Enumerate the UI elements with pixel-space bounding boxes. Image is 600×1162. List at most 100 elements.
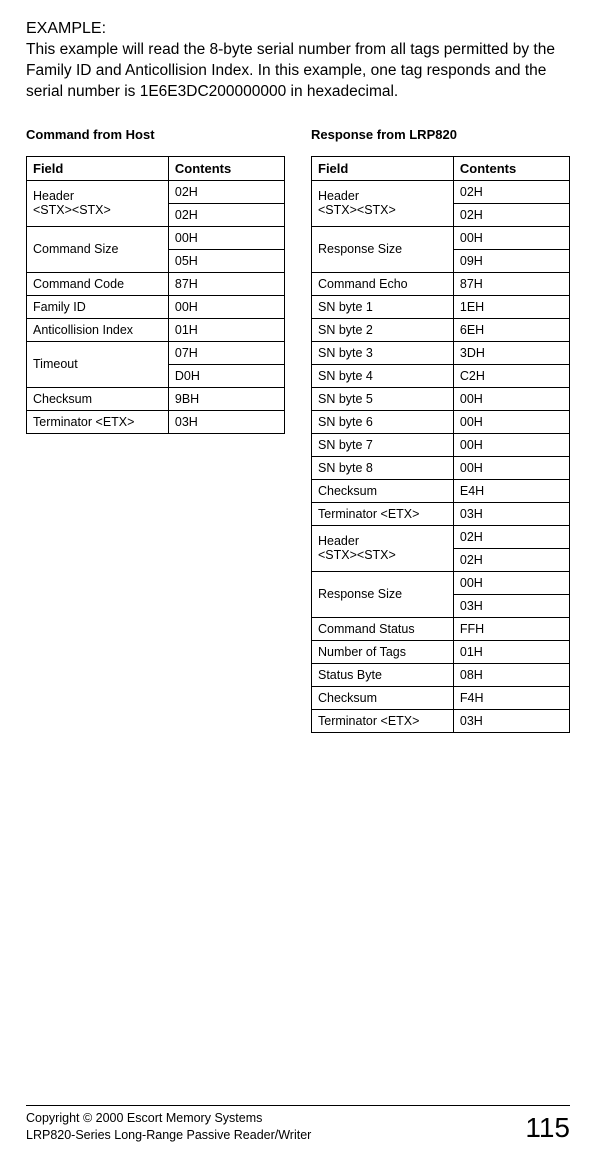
contents-cell: 00H xyxy=(453,456,569,479)
right-table-heading: Response from LRP820 xyxy=(311,127,570,142)
contents-cell: 87H xyxy=(453,272,569,295)
table-row: SN byte 500H xyxy=(312,387,570,410)
footer-text: Copyright © 2000 Escort Memory Systems L… xyxy=(26,1110,311,1144)
field-cell: Anticollision Index xyxy=(27,318,169,341)
table-row: Command Echo87H xyxy=(312,272,570,295)
field-cell: Family ID xyxy=(27,295,169,318)
contents-cell: D0H xyxy=(168,364,284,387)
contents-cell: 02H xyxy=(168,203,284,226)
left-table-column: Command from Host FieldContentsHeader<ST… xyxy=(26,127,285,733)
field-cell: Checksum xyxy=(312,479,454,502)
table-row: SN byte 800H xyxy=(312,456,570,479)
example-text: This example will read the 8-byte serial… xyxy=(26,40,570,103)
contents-cell: 00H xyxy=(453,226,569,249)
contents-cell: 01H xyxy=(453,640,569,663)
table-row: Header<STX><STX>02H xyxy=(312,525,570,548)
contents-cell: E4H xyxy=(453,479,569,502)
table-row: Timeout07H xyxy=(27,341,285,364)
field-cell: Header<STX><STX> xyxy=(27,180,169,226)
field-cell: Header<STX><STX> xyxy=(312,180,454,226)
tables-container: Command from Host FieldContentsHeader<ST… xyxy=(26,127,570,733)
field-cell: Command Status xyxy=(312,617,454,640)
contents-cell: 00H xyxy=(453,387,569,410)
contents-cell: 03H xyxy=(168,410,284,433)
field-cell: SN byte 1 xyxy=(312,295,454,318)
contents-cell: 03H xyxy=(453,709,569,732)
contents-cell: 03H xyxy=(453,502,569,525)
field-cell: Terminator <ETX> xyxy=(312,502,454,525)
page-number: 115 xyxy=(525,1112,570,1144)
contents-cell: 00H xyxy=(453,410,569,433)
table-row: SN byte 600H xyxy=(312,410,570,433)
field-cell: SN byte 6 xyxy=(312,410,454,433)
field-cell: Command Code xyxy=(27,272,169,295)
table-row: Response Size00H xyxy=(312,571,570,594)
right-table-column: Response from LRP820 FieldContentsHeader… xyxy=(311,127,570,733)
footer-product: LRP820-Series Long-Range Passive Reader/… xyxy=(26,1128,311,1142)
table-row: Status Byte08H xyxy=(312,663,570,686)
table-row: Command Size00H xyxy=(27,226,285,249)
contents-cell: 01H xyxy=(168,318,284,341)
contents-cell: 03H xyxy=(453,594,569,617)
table-row: SN byte 11EH xyxy=(312,295,570,318)
field-cell: Response Size xyxy=(312,226,454,272)
contents-cell: 09H xyxy=(453,249,569,272)
table-row: SN byte 26EH xyxy=(312,318,570,341)
table-header-field: Field xyxy=(27,156,169,180)
contents-cell: 3DH xyxy=(453,341,569,364)
table-row: Command StatusFFH xyxy=(312,617,570,640)
left-table-heading: Command from Host xyxy=(26,127,285,142)
field-cell: Terminator <ETX> xyxy=(312,709,454,732)
field-cell: Timeout xyxy=(27,341,169,387)
table-row: Terminator <ETX>03H xyxy=(312,502,570,525)
contents-cell: 00H xyxy=(453,433,569,456)
contents-cell: 00H xyxy=(453,571,569,594)
contents-cell: 02H xyxy=(168,180,284,203)
contents-cell: 87H xyxy=(168,272,284,295)
table-row: SN byte 33DH xyxy=(312,341,570,364)
field-cell: SN byte 3 xyxy=(312,341,454,364)
contents-cell: 02H xyxy=(453,203,569,226)
table-row: Family ID00H xyxy=(27,295,285,318)
table-row: Command Code87H xyxy=(27,272,285,295)
table-row: Terminator <ETX>03H xyxy=(27,410,285,433)
field-cell: SN byte 8 xyxy=(312,456,454,479)
contents-cell: 1EH xyxy=(453,295,569,318)
command-table: FieldContentsHeader<STX><STX>02H02HComma… xyxy=(26,156,285,434)
contents-cell: F4H xyxy=(453,686,569,709)
response-table: FieldContentsHeader<STX><STX>02H02HRespo… xyxy=(311,156,570,733)
table-row: Checksum9BH xyxy=(27,387,285,410)
contents-cell: 02H xyxy=(453,180,569,203)
contents-cell: C2H xyxy=(453,364,569,387)
contents-cell: 9BH xyxy=(168,387,284,410)
field-cell: Terminator <ETX> xyxy=(27,410,169,433)
table-row: Terminator <ETX>03H xyxy=(312,709,570,732)
contents-cell: 07H xyxy=(168,341,284,364)
table-row: Anticollision Index01H xyxy=(27,318,285,341)
field-cell: SN byte 5 xyxy=(312,387,454,410)
field-cell: Command Size xyxy=(27,226,169,272)
table-row: ChecksumE4H xyxy=(312,479,570,502)
table-row: Response Size00H xyxy=(312,226,570,249)
footer: Copyright © 2000 Escort Memory Systems L… xyxy=(26,1105,570,1144)
contents-cell: 6EH xyxy=(453,318,569,341)
field-cell: Response Size xyxy=(312,571,454,617)
table-row: SN byte 4C2H xyxy=(312,364,570,387)
field-cell: Command Echo xyxy=(312,272,454,295)
table-row: Number of Tags01H xyxy=(312,640,570,663)
field-cell: Checksum xyxy=(27,387,169,410)
field-cell: Header<STX><STX> xyxy=(312,525,454,571)
table-row: ChecksumF4H xyxy=(312,686,570,709)
field-cell: SN byte 4 xyxy=(312,364,454,387)
field-cell: SN byte 2 xyxy=(312,318,454,341)
contents-cell: 00H xyxy=(168,295,284,318)
table-row: Header<STX><STX>02H xyxy=(312,180,570,203)
field-cell: SN byte 7 xyxy=(312,433,454,456)
contents-cell: 08H xyxy=(453,663,569,686)
example-label: EXAMPLE: xyxy=(26,20,570,38)
contents-cell: 00H xyxy=(168,226,284,249)
contents-cell: 02H xyxy=(453,548,569,571)
table-row: Header<STX><STX>02H xyxy=(27,180,285,203)
contents-cell: FFH xyxy=(453,617,569,640)
footer-copyright: Copyright © 2000 Escort Memory Systems xyxy=(26,1111,262,1125)
